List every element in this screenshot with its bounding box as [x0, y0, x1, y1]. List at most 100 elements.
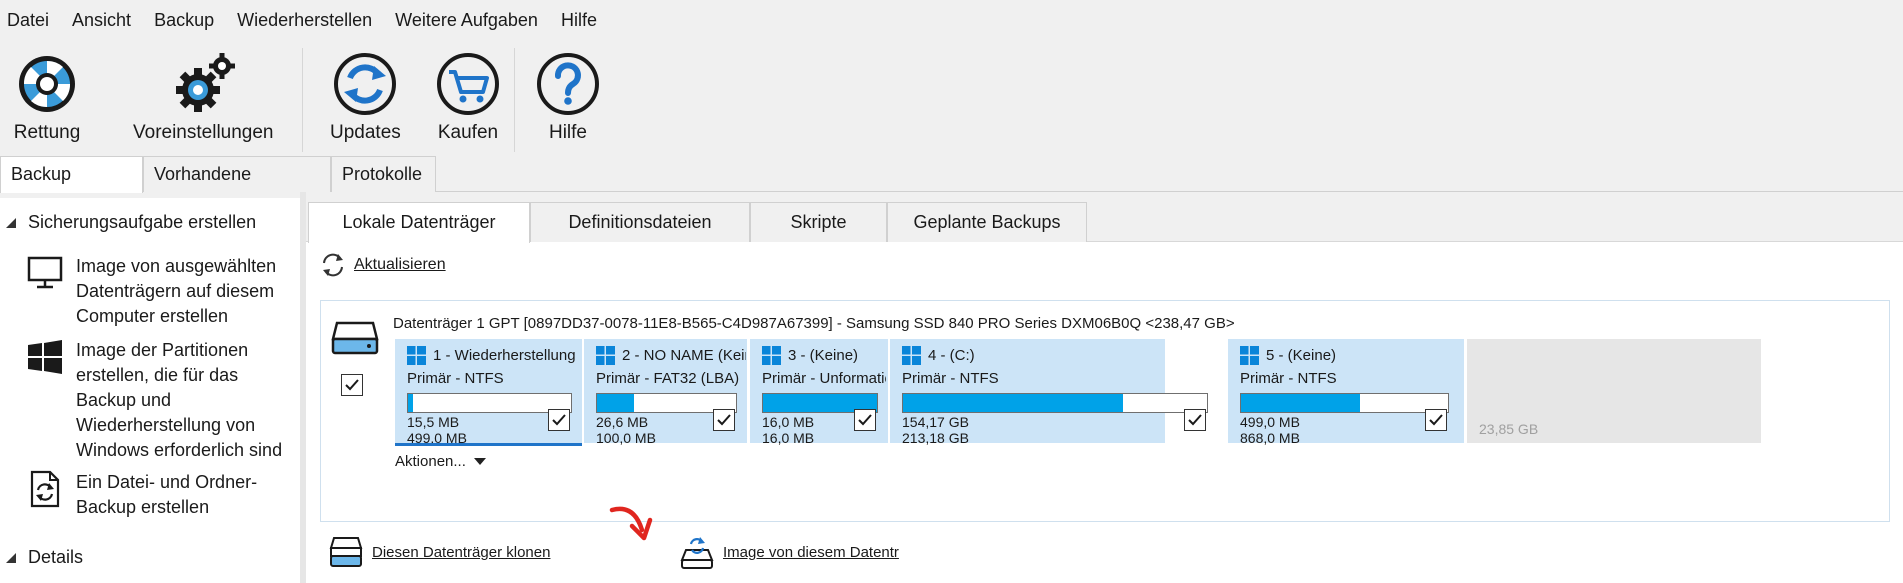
- partition-2[interactable]: 2 - NO NAME (Keine) Primär - FAT32 (LBA)…: [584, 339, 747, 446]
- tab-skripte[interactable]: Skripte: [750, 202, 887, 242]
- checkmark-icon: [858, 414, 872, 426]
- image-disk-link[interactable]: Image von diesem Datentr: [723, 544, 899, 561]
- windows-logo-icon: [28, 340, 62, 374]
- partition-name: 2 - NO NAME (Keine): [596, 346, 746, 365]
- partition-checkbox[interactable]: [854, 409, 876, 431]
- section-details[interactable]: Details: [6, 547, 83, 568]
- task-image-windows-partitions[interactable]: Image der Partitionen erstellen, die für…: [26, 338, 301, 463]
- voreinstellungen-label: Voreinstellungen: [133, 122, 274, 143]
- tab-geplante-backups[interactable]: Geplante Backups: [887, 202, 1087, 242]
- partition-checkbox[interactable]: [1425, 409, 1447, 431]
- tab-definitionsdateien[interactable]: Definitionsdateien: [530, 202, 750, 242]
- clone-disk-link[interactable]: Diesen Datenträger klonen: [372, 544, 550, 561]
- menu-backup[interactable]: Backup: [138, 0, 221, 40]
- partition-used: 26,6 MB: [596, 414, 649, 430]
- updates-button[interactable]: Updates: [330, 48, 401, 144]
- clone-disk-icon: [329, 537, 363, 567]
- ribbon-separator: [302, 48, 303, 152]
- task-label: Image von ausgewählten Datenträgern auf …: [76, 256, 277, 326]
- partition-type: Primär - FAT32 (LBA): [596, 370, 740, 387]
- content-pane: Lokale Datenträger Definitionsdateien Sk…: [306, 198, 1903, 583]
- hard-disk-icon: [331, 321, 379, 355]
- file-sync-icon: [30, 470, 60, 508]
- disk-checkbox[interactable]: [341, 374, 363, 396]
- actions-dropdown[interactable]: Aktionen...: [395, 453, 486, 470]
- usage-bar-fill: [408, 394, 414, 412]
- section-title: Details: [28, 547, 84, 567]
- windows-logo-icon: [596, 346, 615, 365]
- partition-used: 15,5 MB: [407, 414, 460, 430]
- partition-total: 868,0 MB: [1240, 430, 1300, 446]
- task-image-selected-disks[interactable]: Image von ausgewählten Datenträgern auf …: [26, 254, 301, 329]
- voreinstellungen-button[interactable]: Voreinstellungen: [133, 48, 274, 144]
- task-label: Ein Datei- und Ordner-Backup erstellen: [76, 472, 258, 517]
- windows-logo-icon: [1240, 346, 1259, 365]
- shopping-cart-icon: [437, 53, 499, 115]
- usage-bar-fill: [903, 394, 1123, 412]
- collapse-triangle-icon: [6, 552, 16, 563]
- hilfe-button[interactable]: Hilfe: [533, 48, 603, 144]
- image-disk-action[interactable]: Image von diesem Datentr: [679, 534, 899, 570]
- updates-icon: [334, 53, 397, 115]
- partition-total: 16,0 MB: [762, 430, 815, 446]
- checkmark-icon: [1188, 414, 1202, 426]
- monitor-icon: [27, 256, 63, 289]
- tab-vorhandene-backups[interactable]: Vorhandene Backups: [143, 156, 331, 218]
- partition-checkbox[interactable]: [713, 409, 735, 431]
- ribbon-toolbar: Rettung Voreinstellungen Updates Kaufen …: [0, 40, 1903, 156]
- usage-bar: [1240, 393, 1449, 413]
- partition-type: Primär - NTFS: [407, 370, 504, 387]
- tab-protokolle[interactable]: Protokolle: [331, 156, 436, 192]
- usage-bar-fill: [1241, 394, 1361, 412]
- menu-wiederherstellen[interactable]: Wiederherstellen: [221, 0, 379, 40]
- partition-type: Primär - NTFS: [902, 370, 999, 387]
- windows-logo-icon: [762, 346, 781, 365]
- hilfe-label: Hilfe: [548, 122, 587, 143]
- partition-4[interactable]: 4 - (C:) Primär - NTFS 154,17 GB 213,18 …: [890, 339, 1208, 446]
- unallocated-size: 23,85 GB: [1479, 421, 1539, 437]
- sub-tab-bar: Lokale Datenträger Definitionsdateien Sk…: [306, 198, 1903, 243]
- checkmark-icon: [1429, 414, 1443, 426]
- menu-datei[interactable]: Datei: [0, 0, 56, 40]
- checkmark-icon: [717, 414, 731, 426]
- task-pane: Sicherungsaufgabe erstellen Image von au…: [0, 198, 300, 583]
- task-file-folder-backup[interactable]: Ein Datei- und Ordner-Backup erstellen: [26, 470, 301, 520]
- partition-checkbox[interactable]: [548, 409, 570, 431]
- partition-type: Primär - Unformatiert: [762, 370, 886, 387]
- section-sicherungsaufgabe[interactable]: Sicherungsaufgabe erstellen: [6, 212, 256, 233]
- partition-name: 3 - (Keine): [762, 346, 886, 365]
- section-title: Sicherungsaufgabe erstellen: [28, 212, 257, 232]
- partition-name: 5 - (Keine): [1240, 346, 1455, 365]
- red-arrow-annotation-icon: [609, 506, 653, 541]
- partition-name: 1 - Wiederherstellung (Keine): [407, 346, 577, 365]
- menu-weitere-aufgaben[interactable]: Weitere Aufgaben: [379, 0, 545, 40]
- tab-lokale-datentraeger[interactable]: Lokale Datenträger: [308, 202, 530, 243]
- refresh-action[interactable]: Aktualisieren: [320, 252, 446, 278]
- kaufen-label: Kaufen: [437, 122, 499, 143]
- partition-checkbox[interactable]: [1184, 409, 1206, 431]
- kaufen-button[interactable]: Kaufen: [433, 48, 503, 144]
- usage-bar-fill: [597, 394, 634, 412]
- image-disk-icon: [680, 537, 714, 569]
- partition-1[interactable]: 1 - Wiederherstellung (Keine) Primär - N…: [395, 339, 582, 446]
- rettung-button[interactable]: Rettung: [12, 48, 82, 144]
- dropdown-caret-icon: [473, 458, 486, 465]
- partition-3[interactable]: 3 - (Keine) Primär - Unformatiert 16,0 M…: [750, 339, 888, 446]
- gears-icon: [176, 53, 236, 112]
- lifebuoy-icon: [19, 56, 75, 112]
- partition-used: 16,0 MB: [762, 414, 815, 430]
- partition-5[interactable]: 5 - (Keine) Primär - NTFS 499,0 MB 868,0…: [1228, 339, 1464, 446]
- menu-ansicht[interactable]: Ansicht: [56, 0, 138, 40]
- clone-disk-action[interactable]: Diesen Datenträger klonen: [328, 534, 550, 570]
- refresh-link[interactable]: Aktualisieren: [354, 256, 446, 274]
- unallocated-space[interactable]: 23,85 GB: [1467, 339, 1761, 443]
- menu-hilfe[interactable]: Hilfe: [545, 0, 604, 40]
- tab-backup-erstellen[interactable]: Backup erstellen: [0, 156, 143, 218]
- actions-label: Aktionen...: [395, 453, 466, 470]
- refresh-icon: [323, 253, 343, 277]
- partition-name: 4 - (C:): [902, 346, 1157, 365]
- rettung-label: Rettung: [13, 122, 81, 143]
- partition-type: Primär - NTFS: [1240, 370, 1337, 387]
- partition-total: 213,18 GB: [902, 430, 969, 446]
- windows-logo-icon: [407, 346, 426, 365]
